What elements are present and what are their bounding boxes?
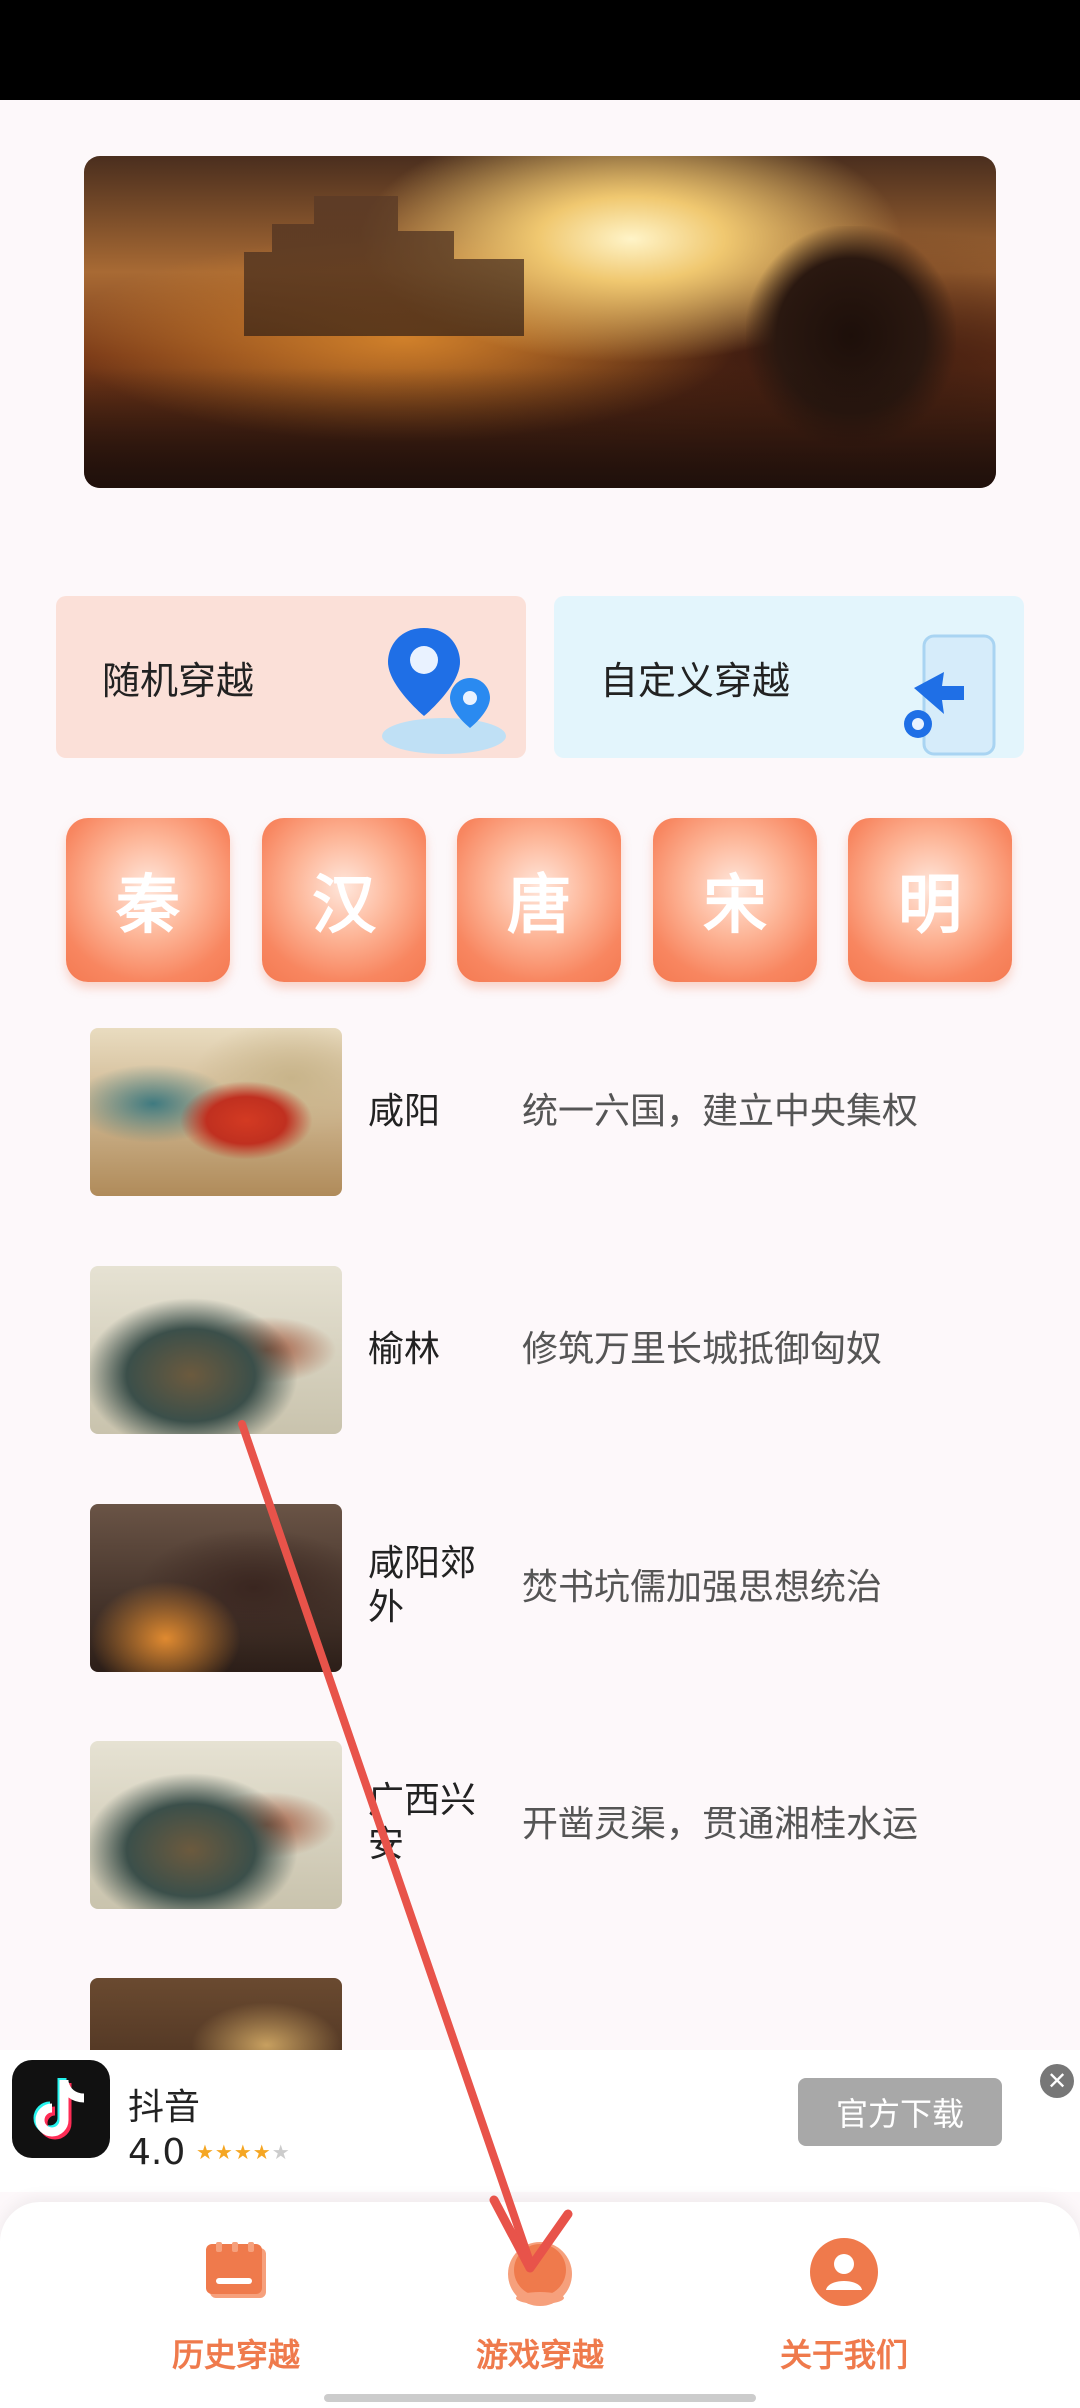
douyin-logo-icon xyxy=(12,2060,110,2158)
tab-label: 历史穿越 xyxy=(171,2336,300,2374)
location-pin-icon xyxy=(382,628,506,754)
dynasty-song-button[interactable]: 宋 xyxy=(653,818,817,982)
ad-banner[interactable]: 抖音 4.0 ★★★★★ 官方下载 ✕ xyxy=(0,2050,1080,2192)
game-ball-icon xyxy=(508,2242,572,2306)
bottom-tab-bar: 历史穿越 游戏穿越 关于我们 xyxy=(0,2202,1080,2408)
close-icon[interactable]: ✕ xyxy=(1040,2064,1074,2098)
tab-about-us[interactable]: 关于我们 xyxy=(724,2236,964,2376)
tab-game-travel[interactable]: 游戏穿越 xyxy=(420,2236,660,2376)
custom-travel-card[interactable]: 自定义穿越 xyxy=(554,596,1024,758)
banner-shade xyxy=(84,368,996,488)
star-rating-icon: ★★★★★ xyxy=(196,2140,291,2164)
event-description: 开凿灵渠，贯通湘桂水运 xyxy=(522,1804,919,1845)
fortress-illustration xyxy=(244,196,524,336)
home-indicator xyxy=(324,2394,756,2402)
dynasty-han-button[interactable]: 汉 xyxy=(262,818,426,982)
place-name: 榆林 xyxy=(368,1329,441,1370)
event-description: 焚书坑儒加强思想统治 xyxy=(522,1567,883,1608)
dynasty-qin-button[interactable]: 秦 xyxy=(66,818,230,982)
status-bar xyxy=(0,0,1080,100)
dynasty-tang-button[interactable]: 唐 xyxy=(457,818,621,982)
tab-label: 游戏穿越 xyxy=(475,2336,604,2374)
tab-label: 关于我们 xyxy=(779,2336,908,2374)
dynasty-ming-button[interactable]: 明 xyxy=(848,818,1012,982)
dynasty-selector: 秦 汉 唐 宋 明 xyxy=(66,818,1016,982)
ad-rating: 4.0 xyxy=(128,2132,186,2173)
event-thumbnail xyxy=(90,1266,342,1434)
edit-card-icon xyxy=(904,634,996,756)
tab-history-travel[interactable]: 历史穿越 xyxy=(116,2236,356,2376)
event-thumbnail xyxy=(90,1028,342,1196)
custom-travel-label: 自定义穿越 xyxy=(600,658,791,703)
event-thumbnail xyxy=(90,1978,342,2050)
user-profile-icon xyxy=(810,2238,878,2306)
event-description: 统一六国，建立中央集权 xyxy=(522,1091,919,1132)
place-name: 咸阳 xyxy=(368,1091,441,1132)
list-item[interactable] xyxy=(90,1978,1030,2050)
list-item[interactable]: 咸阳 统一六国，建立中央集权 xyxy=(90,1028,1030,1196)
event-thumbnail xyxy=(90,1741,342,1909)
random-travel-card[interactable]: 随机穿越 xyxy=(56,596,526,758)
event-thumbnail xyxy=(90,1504,342,1672)
list-item[interactable]: 广西兴安 开凿灵渠，贯通湘桂水运 xyxy=(90,1741,1030,1909)
random-travel-label: 随机穿越 xyxy=(102,658,255,703)
event-description: 修筑万里长城抵御匈奴 xyxy=(522,1329,883,1370)
official-download-button[interactable]: 官方下载 xyxy=(798,2078,1002,2146)
ad-app-name: 抖音 xyxy=(128,2087,201,2128)
place-name: 广西兴安 xyxy=(368,1780,477,1865)
banner-image[interactable] xyxy=(84,156,996,488)
list-item[interactable]: 咸阳郊外 焚书坑儒加强思想统治 xyxy=(90,1504,1030,1672)
scroll-book-icon xyxy=(206,2242,266,2298)
place-name: 咸阳郊外 xyxy=(368,1543,477,1628)
list-item[interactable]: 榆林 修筑万里长城抵御匈奴 xyxy=(90,1266,1030,1434)
